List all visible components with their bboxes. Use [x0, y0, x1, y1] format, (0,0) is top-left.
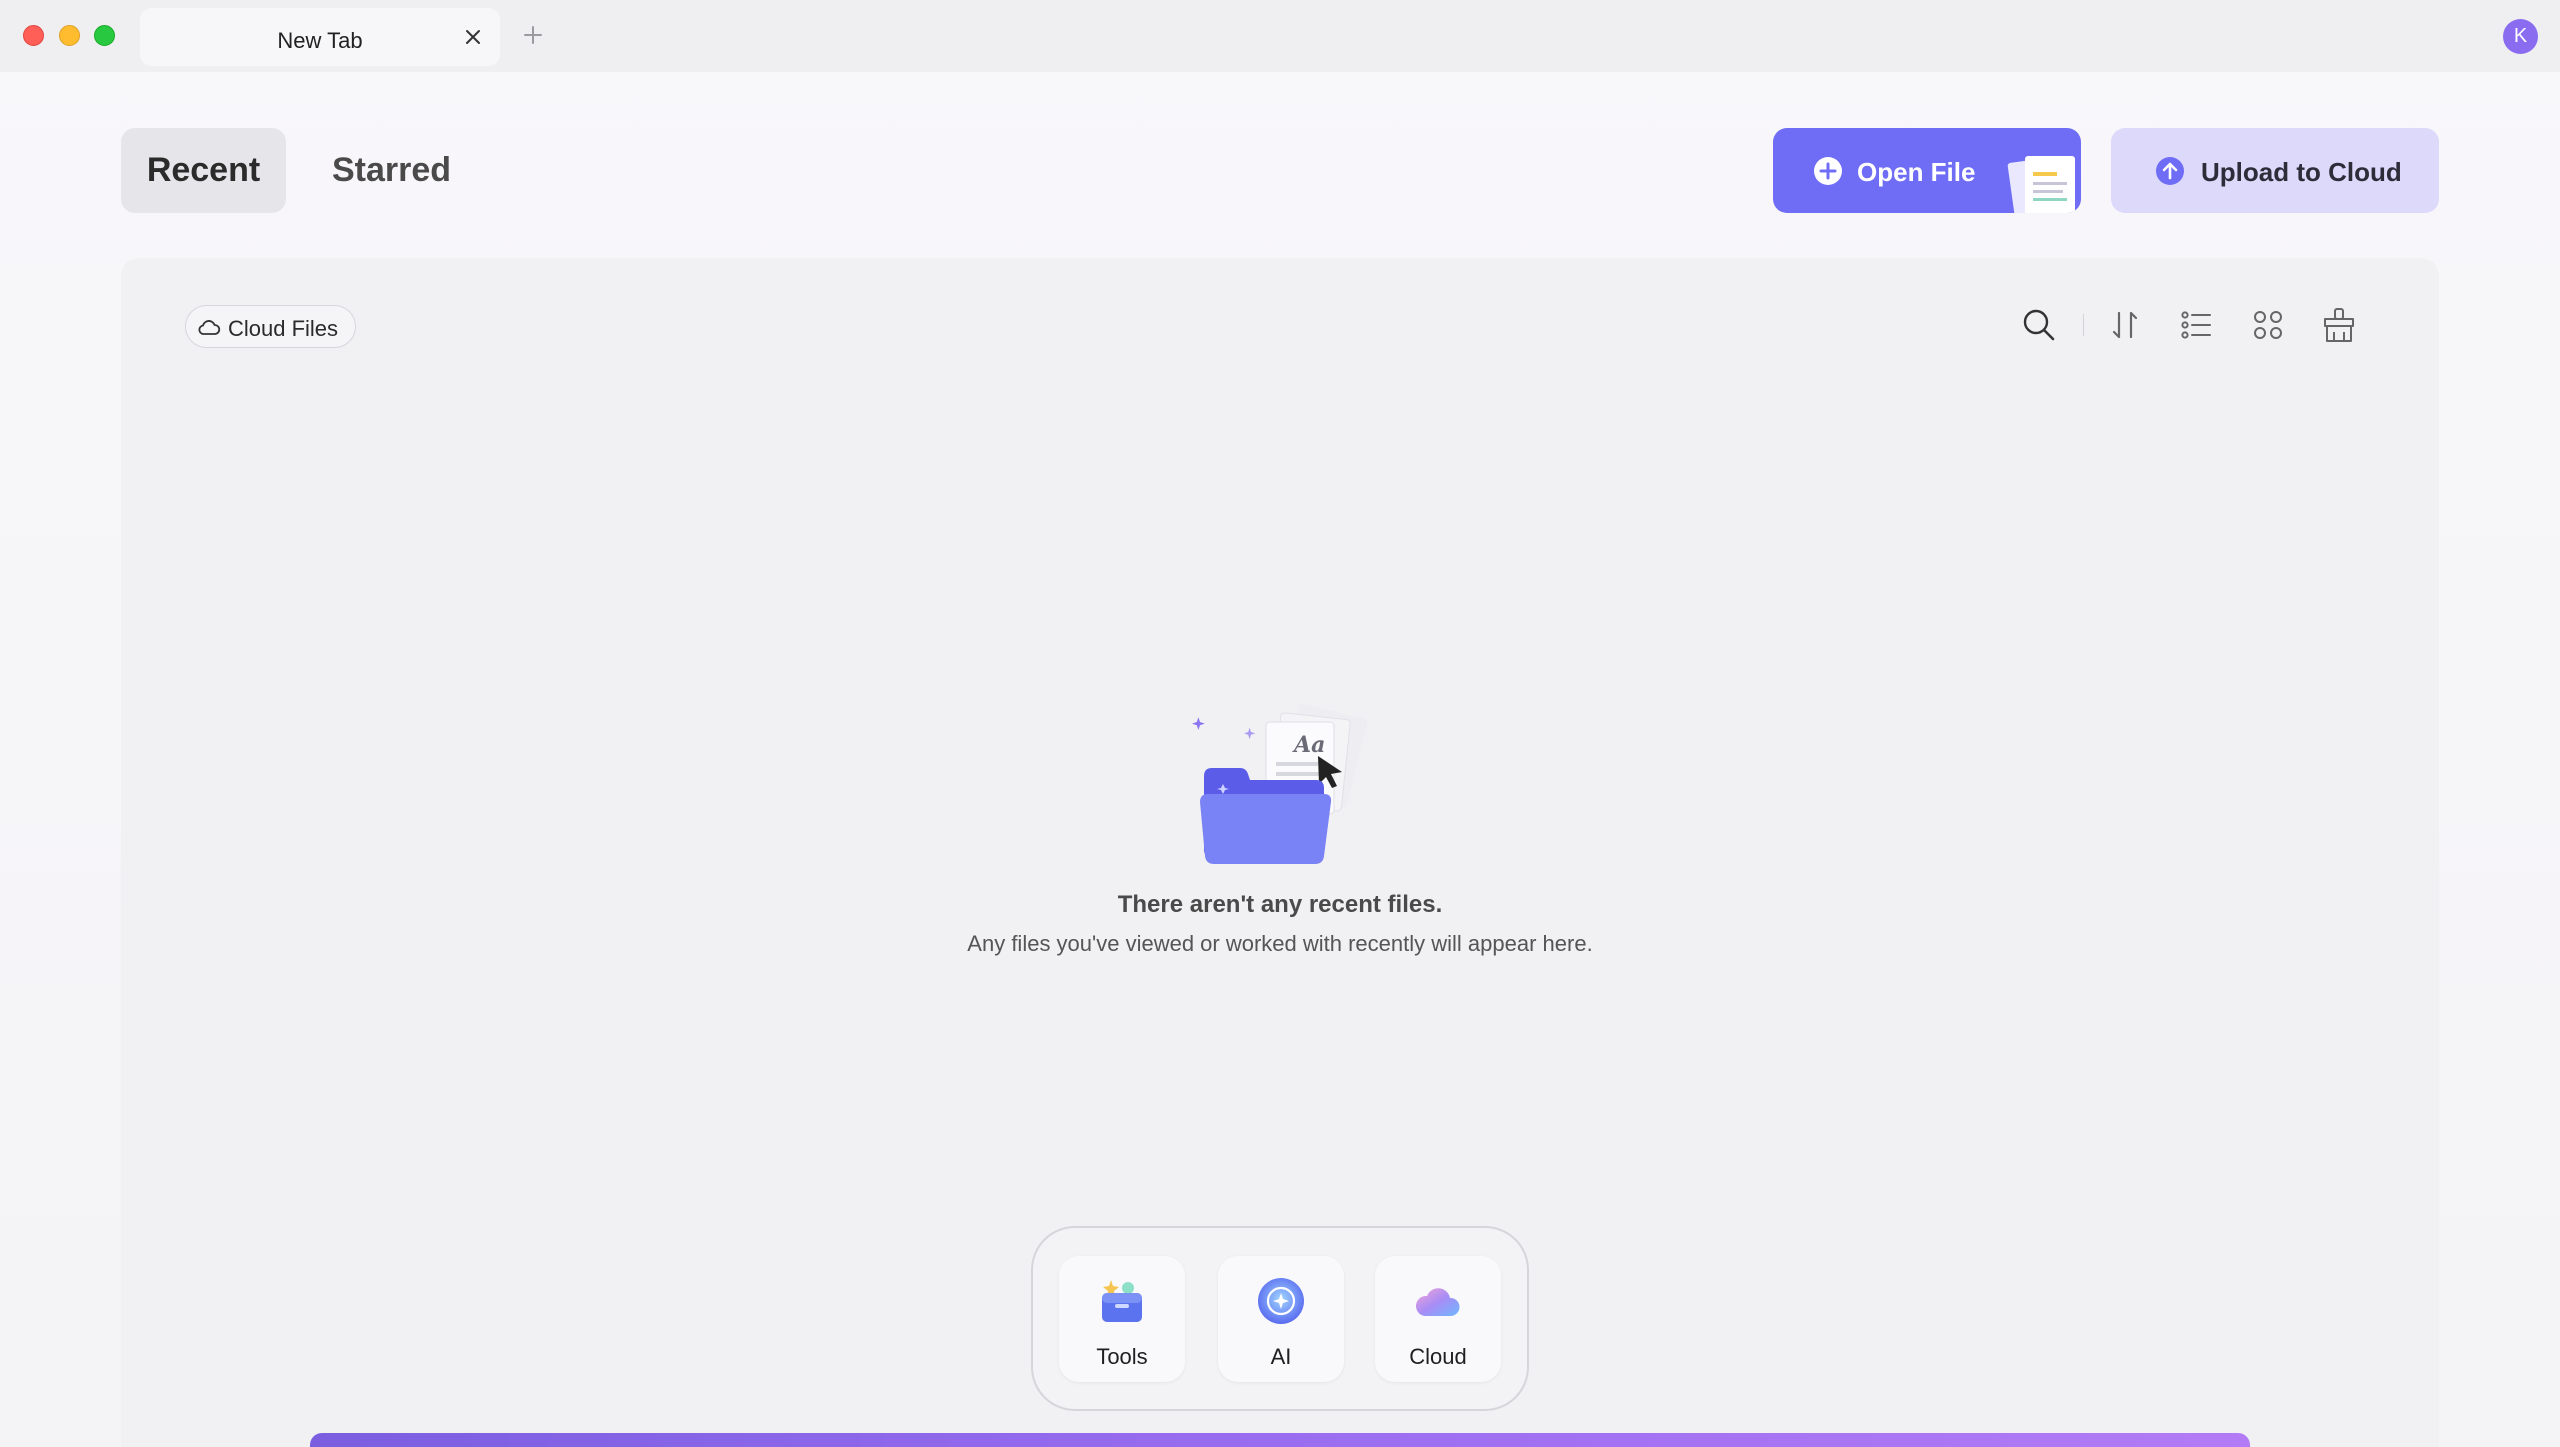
- plus-icon[interactable]: [520, 22, 546, 48]
- documents-icon: [2007, 156, 2075, 213]
- bottom-banner: [310, 1433, 2250, 1447]
- cloud-icon: [1415, 1288, 1460, 1316]
- ai-icon: [1258, 1278, 1304, 1324]
- empty-state-title: There aren't any recent files.: [1117, 891, 1443, 918]
- bottom-dock: Tools AI Cloud: [1031, 1226, 1529, 1411]
- toolbox-icon: [1102, 1280, 1142, 1322]
- cloud-files-label: Cloud Files: [228, 316, 339, 341]
- window-close-button[interactable]: [23, 25, 44, 46]
- dock-tools-label: Tools: [1096, 1344, 1148, 1369]
- tab-recent[interactable]: Recent: [121, 128, 286, 213]
- grid-view-icon[interactable]: [2249, 306, 2287, 344]
- dock-ai-label: AI: [1270, 1344, 1292, 1369]
- upload-icon: [2156, 157, 2184, 185]
- avatar[interactable]: K: [2503, 19, 2538, 54]
- browser-tab[interactable]: New Tab: [140, 8, 500, 66]
- list-view-icon[interactable]: [2177, 306, 2215, 344]
- tab-title: New Tab: [277, 28, 363, 53]
- search-icon[interactable]: [2020, 306, 2058, 344]
- dock-ai-button[interactable]: AI: [1218, 1256, 1344, 1382]
- title-bar: New Tab K: [0, 0, 2560, 72]
- window-minimize-button[interactable]: [59, 25, 80, 46]
- toolbar-divider: [2083, 314, 2084, 336]
- dock-cloud-label: Cloud: [1409, 1344, 1467, 1369]
- open-file-button[interactable]: Open File: [1773, 128, 2081, 213]
- dock-cloud-button[interactable]: Cloud: [1375, 1256, 1501, 1382]
- sort-icon[interactable]: [2106, 306, 2144, 344]
- window-maximize-button[interactable]: [94, 25, 115, 46]
- tab-starred[interactable]: Starred: [320, 128, 470, 213]
- clear-icon[interactable]: [2320, 306, 2358, 344]
- open-file-label: Open File: [1857, 157, 1976, 187]
- cloud-files-filter[interactable]: Cloud Files: [185, 305, 356, 348]
- empty-state-subtitle: Any files you've viewed or worked with r…: [967, 931, 1593, 956]
- cloud-icon: [198, 320, 221, 335]
- upload-to-cloud-button[interactable]: Upload to Cloud: [2111, 128, 2439, 213]
- close-icon[interactable]: [460, 24, 486, 50]
- plus-circle-icon: [1814, 157, 1842, 185]
- upload-label: Upload to Cloud: [2201, 157, 2402, 187]
- dock-tools-button[interactable]: Tools: [1059, 1256, 1185, 1382]
- app-window: New Tab K Recent Starred Open File Uploa…: [0, 0, 2560, 1447]
- empty-folder-illustration: Aa: [1192, 703, 1368, 864]
- svg-text:Aa: Aa: [1292, 732, 1325, 758]
